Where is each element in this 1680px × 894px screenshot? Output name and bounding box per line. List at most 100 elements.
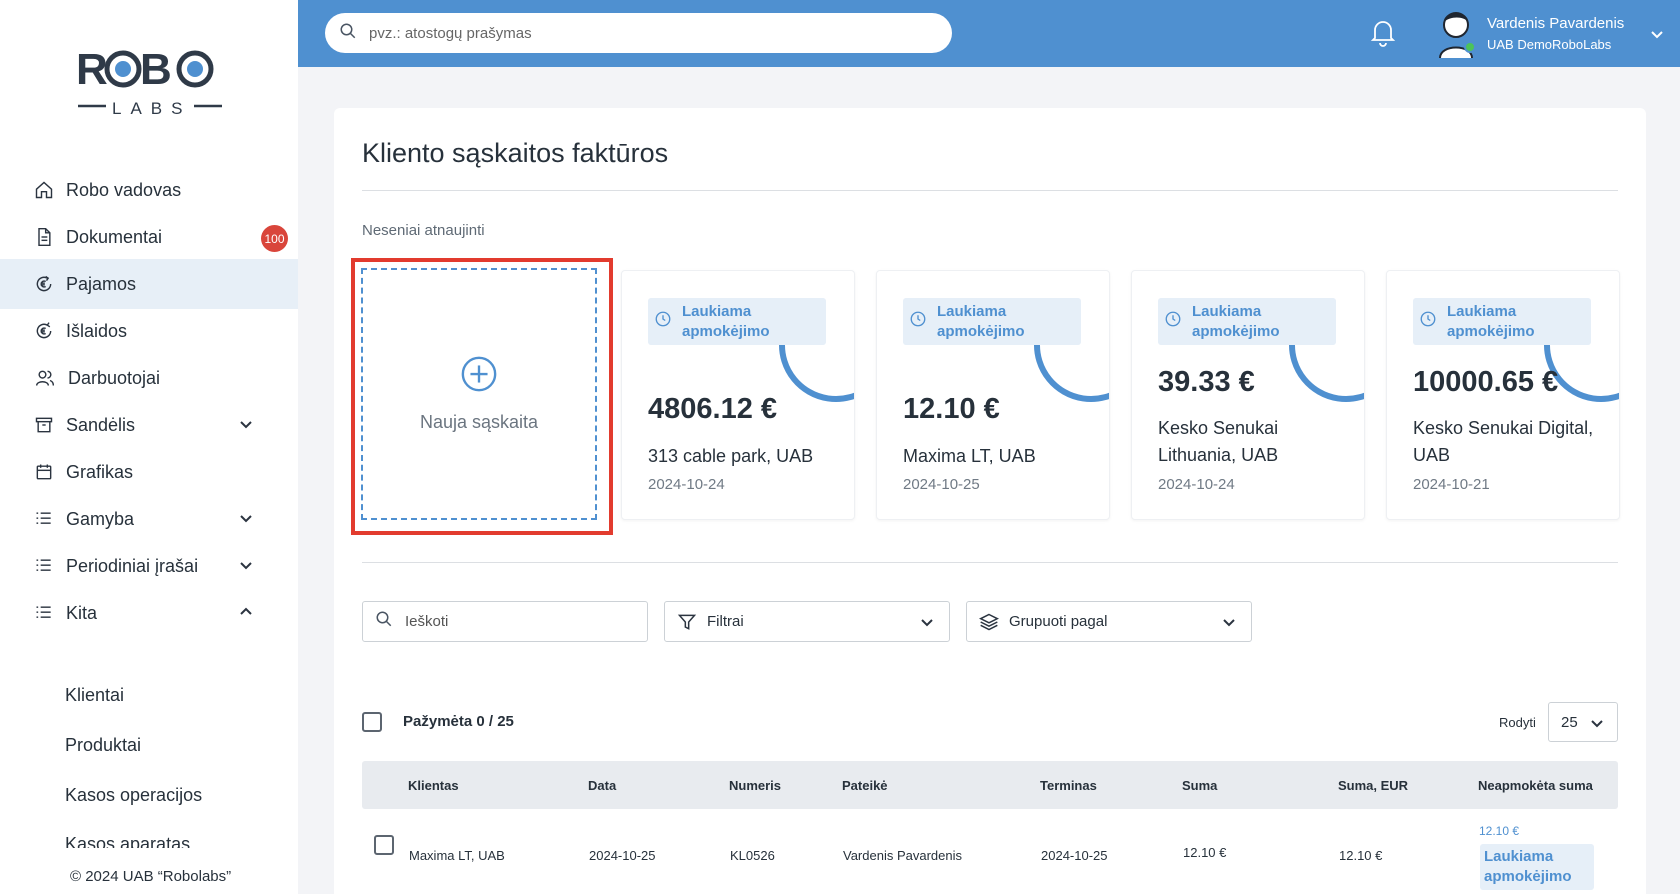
status-label: Laukiama apmokėjimo [1192,302,1280,340]
sidebar-item-label: Grafikas [66,461,134,482]
sidebar-item-grafikas[interactable]: Grafikas [0,447,298,497]
invoice-date: 2024-10-24 [1158,476,1235,493]
column-header-date[interactable]: Data [588,778,616,793]
column-header-submitted-by[interactable]: Pateikė [842,778,888,793]
main-panel: Kliento sąskaitos faktūros Neseniai atna… [334,108,1646,894]
sidebar-item-islaidos[interactable]: Išlaidos [0,306,298,356]
invoice-client: 313 cable park, UAB [648,446,814,466]
clock-icon [654,310,672,334]
chevron-down-icon[interactable] [1649,26,1665,42]
sidebar-item-kita[interactable]: Kita [0,588,298,638]
online-status-dot [1464,41,1476,53]
new-invoice-button[interactable]: Nauja sąskaita [361,268,597,520]
column-header-due[interactable]: Terminas [1040,778,1097,793]
page-size-select[interactable]: 25 [1548,702,1618,742]
chevron-up-icon[interactable] [238,604,254,620]
invoice-date: 2024-10-25 [903,476,980,493]
invoice-card[interactable]: Laukiama apmokėjimo 39.33 € Kesko Senuka… [1131,270,1365,520]
sidebar-item-gamyba[interactable]: Gamyba [0,494,298,544]
sidebar-item-label: Periodiniai įrašai [66,555,199,576]
sidebar-item-darbuotojai[interactable]: Darbuotojai [0,353,298,403]
invoice-client: Kesko Senukai Lithuania, UAB [1158,418,1279,465]
cell-date: 2024-10-25 [589,848,656,863]
notification-badge: 100 [261,225,288,252]
column-header-client[interactable]: Klientas [408,778,459,793]
bell-icon[interactable] [1369,17,1397,47]
selected-count: Pažymėta 0 / 25 [403,713,514,730]
invoice-search[interactable] [362,601,648,642]
income-icon [34,274,54,294]
sidebar-item-label: Robo vadovas [66,179,182,200]
copyright: © 2024 UAB “Robolabs” [70,868,232,885]
user-company: UAB DemoRoboLabs [1487,37,1612,52]
document-icon [34,227,54,247]
svg-text:LABS: LABS [112,99,191,118]
sidebar-item-robo-vadovas[interactable]: Robo vadovas [0,165,298,215]
svg-text:R: R [76,45,107,94]
status-badge: Laukiama apmokėjimo [1158,298,1336,345]
invoice-amount: 4806.12 € [648,393,778,425]
column-header-amount-eur[interactable]: Suma, EUR [1338,778,1408,793]
filter-icon [677,612,697,632]
sidebar-item-pajamos[interactable]: Pajamos [0,259,298,309]
invoice-card[interactable]: Laukiama apmokėjimo 12.10 € Maxima LT, U… [876,270,1110,520]
status-label: Laukiama apmokėjimo [937,302,1025,340]
cell-unpaid[interactable]: 12.10 € [1479,824,1519,838]
column-header-number[interactable]: Numeris [729,778,781,793]
expenses-icon [34,321,54,341]
sidebar-item-dokumentai[interactable]: Dokumentai 100 [0,212,298,262]
invoice-client: Maxima LT, UAB [903,446,1036,466]
invoice-amount: 12.10 € [903,393,1000,425]
sidebar-subitem-produktai[interactable]: Produktai [65,735,141,756]
invoice-date: 2024-10-24 [648,476,725,493]
cell-number: KL0526 [730,848,775,863]
invoice-card[interactable]: Laukiama apmokėjimo 4806.12 € 313 cable … [621,270,855,520]
row-checkbox[interactable] [374,835,394,855]
sidebar-subitem-kasos-aparatas[interactable]: Kasos aparatas [65,834,190,848]
invoice-date: 2024-10-21 [1413,476,1490,493]
sidebar-subitem-kasos-operacijos[interactable]: Kasos operacijos [65,785,202,806]
search-icon [339,22,357,45]
row-status-badge: Laukiama apmokėjimo [1480,844,1594,890]
chevron-down-icon [1589,715,1605,731]
group-by-label: Grupuoti pagal [1009,613,1108,630]
sidebar-item-label: Pajamos [66,273,137,294]
robolabs-logo[interactable]: R B LABS [76,44,224,118]
topbar: Vardenis Pavardenis UAB DemoRoboLabs [298,0,1680,67]
chevron-down-icon[interactable] [238,510,254,526]
select-all-checkbox[interactable] [362,712,382,732]
column-header-unpaid[interactable]: Neapmokėta suma [1478,778,1593,793]
invoice-search-input[interactable] [405,613,635,630]
invoice-amount: 39.33 € [1158,366,1255,398]
sidebar-item-periodiniai-irasai[interactable]: Periodiniai įrašai [0,541,298,591]
chevron-down-icon[interactable] [238,416,254,432]
sidebar-item-label: Gamyba [66,508,135,529]
users-icon [34,368,56,388]
sidebar-item-label: Sandėlis [66,414,136,435]
list-icon [34,603,54,623]
invoice-card[interactable]: Laukiama apmokėjimo 10000.65 € Kesko Sen… [1386,270,1620,520]
sidebar-subitem-klientai[interactable]: Klientai [65,685,124,706]
sidebar-item-label: Darbuotojai [68,367,161,388]
cell-amount: 12.10 € [1183,845,1227,860]
global-search-input[interactable] [369,24,909,42]
user-name[interactable]: Vardenis Pavardenis [1487,15,1624,32]
invoice-amount: 10000.65 € [1413,366,1559,398]
chevron-down-icon [1221,614,1237,630]
list-icon [34,556,54,576]
group-by-dropdown[interactable]: Grupuoti pagal [966,601,1252,642]
chevron-down-icon[interactable] [238,557,254,573]
search-icon [375,610,393,633]
cell-client: Maxima LT, UAB [409,848,505,863]
new-invoice-label: Nauja sąskaita [419,412,539,432]
sidebar-item-sandelis[interactable]: Sandėlis [0,400,298,450]
layers-icon [978,612,1000,632]
global-search[interactable] [325,13,952,53]
column-header-amount[interactable]: Suma [1182,778,1217,793]
clock-icon [1164,310,1182,334]
sidebar-item-label: Išlaidos [66,320,128,341]
plus-circle-icon [460,355,498,398]
divider [362,562,1618,563]
avatar[interactable] [1434,8,1478,59]
filters-dropdown[interactable]: Filtrai [664,601,950,642]
